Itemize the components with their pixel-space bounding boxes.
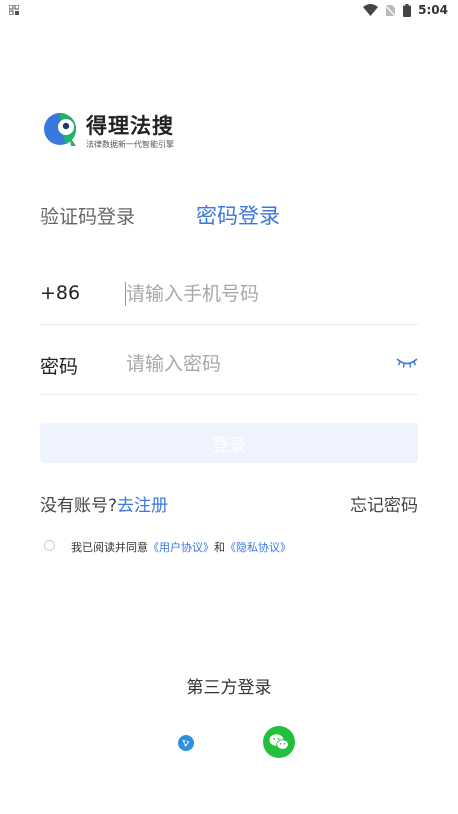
blue-app-icon[interactable] (178, 735, 194, 751)
app-grid-icon (9, 5, 19, 15)
phone-input[interactable] (126, 278, 396, 310)
phone-field: +86 (40, 264, 418, 325)
password-label: 密码 (40, 356, 79, 378)
user-agreement-link[interactable]: 《用户协议》 (148, 541, 214, 554)
wechat-icon[interactable] (263, 726, 295, 758)
status-bar: 5:04 (0, 0, 458, 24)
register-link[interactable]: 去注册 (117, 496, 168, 516)
brand-logo-icon (44, 113, 77, 146)
password-field: 密码 (40, 334, 418, 395)
third-party-title: 第三方登录 (186, 678, 272, 698)
battery-icon (403, 3, 412, 17)
privacy-agreement-link[interactable]: 《隐私协议》 (225, 541, 291, 554)
tab-sms-login[interactable]: 验证码登录 (40, 202, 135, 229)
agreement-text: 我已阅读并同意《用户协议》和《隐私协议》 (71, 539, 291, 555)
status-time: 5:04 (418, 3, 448, 17)
eye-closed-icon[interactable] (396, 356, 418, 370)
agreement-checkbox[interactable] (44, 540, 55, 551)
country-code[interactable]: +86 (40, 282, 80, 304)
wifi-icon (363, 4, 379, 16)
tab-password-login[interactable]: 密码登录 (196, 200, 280, 230)
login-button[interactable]: 登录 (40, 423, 418, 463)
agreement-and: 和 (214, 541, 225, 554)
agreement-prefix: 我已阅读并同意 (71, 541, 148, 554)
password-input[interactable] (126, 348, 396, 380)
brand-subtitle: 法律数据新一代智能引擎 (86, 140, 174, 149)
no-sim-icon (385, 4, 397, 17)
no-account-text: 没有账号? (40, 496, 118, 516)
forgot-password-link[interactable]: 忘记密码 (350, 491, 418, 516)
no-account-row: 没有账号?去注册 (40, 491, 168, 516)
brand-title: 得理法搜 (86, 114, 174, 138)
